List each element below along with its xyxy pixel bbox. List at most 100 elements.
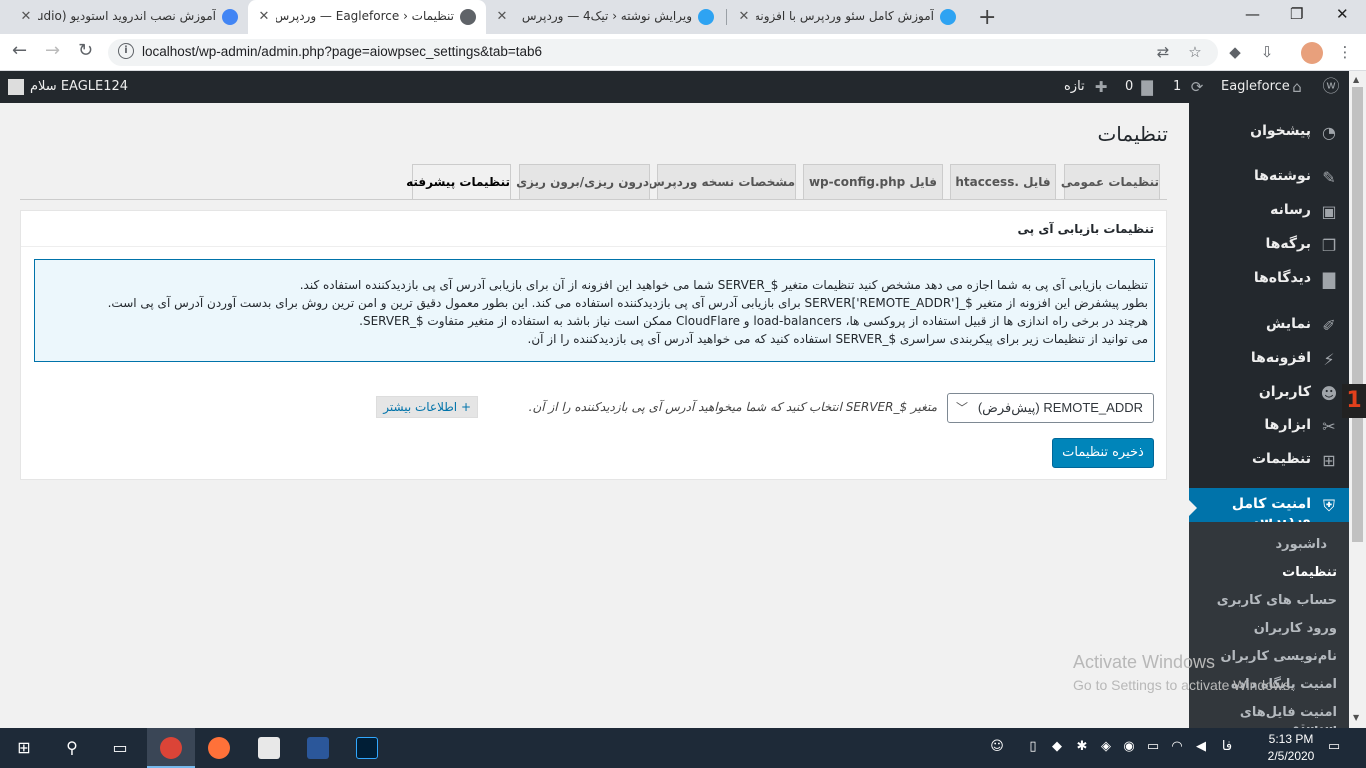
battery-icon[interactable]: ▭ bbox=[1144, 739, 1162, 754]
tray-app-icon[interactable]: ◆ bbox=[1048, 739, 1066, 754]
tray-app-icon[interactable]: ✱ bbox=[1073, 739, 1091, 754]
sidebar-item-tools[interactable]: ✂ ابزارها bbox=[1189, 409, 1349, 443]
notifications-icon[interactable]: ▭ bbox=[1325, 739, 1343, 754]
info-icon[interactable]: i bbox=[118, 43, 134, 59]
tab-close-icon[interactable]: ✕ bbox=[736, 9, 752, 24]
wifi-icon[interactable]: ◠ bbox=[1168, 739, 1186, 754]
updates-icon[interactable]: ⟳ bbox=[1188, 79, 1206, 95]
sidebar-item-security[interactable]: ⛨ امنیت کامل وردپرس bbox=[1189, 488, 1349, 528]
tab-wp-config[interactable]: فایل wp-config.php bbox=[803, 164, 943, 199]
search-icon[interactable]: ⚲ bbox=[48, 728, 96, 768]
address-bar[interactable]: i localhost/wp-admin/admin.php?page=aiow… bbox=[108, 39, 1218, 66]
taskbar-chrome[interactable] bbox=[147, 728, 195, 768]
taskbar-app[interactable] bbox=[245, 728, 293, 768]
people-icon[interactable]: ☺ bbox=[988, 739, 1006, 754]
sidebar-item-users[interactable]: ☻ کاربران bbox=[1189, 376, 1349, 410]
browser-tab-edit-post[interactable]: ویرایش نوشته ‹ تیک4 — وردپرس ✕ bbox=[486, 0, 724, 34]
submenu-user-accounts[interactable]: حساب های کاربری bbox=[1217, 593, 1337, 608]
user-greeting[interactable]: سلام EAGLE124 bbox=[30, 71, 128, 103]
browser-tab-seo[interactable]: آموزش کامل سئو وردپرس با افزونه ✕ bbox=[728, 0, 966, 34]
usb-icon[interactable]: ▯ bbox=[1024, 739, 1042, 754]
new-content-link[interactable]: تازه bbox=[1064, 71, 1085, 103]
home-icon[interactable]: ⌂ bbox=[1288, 79, 1306, 95]
tab-close-icon[interactable]: ✕ bbox=[256, 9, 272, 24]
pages-icon: ❐ bbox=[1321, 236, 1337, 255]
save-settings-button[interactable]: ذخیره تنظیمات bbox=[1052, 438, 1154, 468]
ip-retrieval-settings-box: تنظیمات بازیابی آی پی تنظیمات بازیابی آی… bbox=[20, 210, 1167, 480]
translate-icon[interactable]: ⇄ bbox=[1154, 43, 1172, 61]
user-avatar[interactable] bbox=[8, 79, 24, 95]
sidebar-item-appearance[interactable]: ✐ نمایش bbox=[1189, 308, 1349, 342]
window-close-button[interactable]: ✕ bbox=[1336, 5, 1349, 23]
postbox-title: تنظیمات بازیابی آی پی bbox=[1017, 222, 1154, 236]
info-notice: تنظیمات بازیابی آی پی به شما اجازه می ده… bbox=[34, 259, 1155, 362]
tab-wp-version-info[interactable]: مشخصات نسخه وردپرس bbox=[648, 164, 796, 199]
ip-variable-select[interactable]: REMOTE_ADDR (پیش‌فرض) ﹀ bbox=[947, 393, 1154, 423]
windows-start-icon[interactable]: ⊞ bbox=[0, 728, 48, 768]
tab-advanced-settings[interactable]: تنظیمات پیشرفته bbox=[406, 164, 511, 200]
taskbar-word[interactable] bbox=[294, 728, 342, 768]
browser-tab-settings[interactable]: تنظیمات ‹ Eagleforce — وردپرس ✕ bbox=[248, 0, 486, 34]
extension-icon[interactable]: ◆ bbox=[1226, 43, 1244, 61]
word-icon bbox=[307, 737, 329, 759]
firefox-icon bbox=[208, 737, 230, 759]
tab-general-settings[interactable]: تنظیمات عمومی bbox=[1061, 164, 1160, 199]
tab-htaccess[interactable]: فایل .htaccess bbox=[950, 164, 1056, 199]
users-icon: ☻ bbox=[1320, 384, 1338, 403]
tray-app-icon[interactable]: ◉ bbox=[1120, 739, 1138, 754]
globe-icon bbox=[460, 9, 476, 25]
bookmark-star-icon[interactable]: ☆ bbox=[1186, 43, 1204, 61]
minimize-button[interactable]: — bbox=[1245, 5, 1260, 23]
sidebar-item-plugins[interactable]: ⚡ افزونه‌ها bbox=[1189, 342, 1349, 376]
language-indicator[interactable]: فا bbox=[1218, 739, 1236, 754]
site-name-link[interactable]: Eagleforce bbox=[1221, 71, 1290, 103]
windows-taskbar: ⊞ ⚲ ▭ ☺ ▯ ◆ ✱ ◈ ◉ ▭ ◠ ◀ فا 5:13 PM 2/5/2… bbox=[0, 728, 1366, 768]
sidebar-item-pages[interactable]: ❐ برگه‌ها bbox=[1189, 228, 1349, 262]
appearance-icon: ✐ bbox=[1322, 316, 1336, 335]
dashboard-icon: ◔ bbox=[1322, 123, 1336, 142]
volume-icon[interactable]: ◀ bbox=[1192, 739, 1210, 754]
chrome-icon bbox=[160, 737, 182, 759]
media-icon: ▣ bbox=[1321, 202, 1337, 221]
url-text[interactable]: localhost/wp-admin/admin.php?page=aiowps… bbox=[142, 44, 542, 59]
taskbar-clock[interactable]: 5:13 PM 2/5/2020 bbox=[1266, 731, 1316, 765]
updates-count[interactable]: 1 bbox=[1173, 71, 1181, 103]
more-info-button[interactable]: + اطلاعات بیشتر bbox=[376, 396, 478, 418]
scroll-thumb[interactable] bbox=[1352, 87, 1363, 542]
sidebar-item-settings[interactable]: ⊞ تنظیمات bbox=[1189, 443, 1349, 477]
activate-windows-subtitle: Go to Settings to activate Windows. bbox=[1073, 677, 1294, 693]
select-description: متغیر $_SERVER انتخاب کنید که شما میخواه… bbox=[528, 400, 937, 414]
taskbar-photoshop[interactable] bbox=[343, 728, 391, 768]
comments-count[interactable]: 0 bbox=[1125, 71, 1133, 103]
browser-tab-android-studio[interactable]: آموزش نصب اندروید استودیو (Android Studi… bbox=[10, 0, 248, 34]
new-tab-button[interactable]: + bbox=[978, 5, 996, 30]
postbox-header: تنظیمات بازیابی آی پی bbox=[21, 211, 1166, 247]
menu-dots-icon[interactable]: ⋮ bbox=[1336, 43, 1354, 61]
submenu-settings[interactable]: تنظیمات bbox=[1282, 565, 1337, 580]
tab-close-icon[interactable]: ✕ bbox=[494, 9, 510, 24]
plus-icon[interactable]: ✚ bbox=[1092, 79, 1110, 95]
tab-import-export[interactable]: درون ریزی/برون ریزی bbox=[516, 164, 650, 199]
tray-app-icon[interactable]: ◈ bbox=[1097, 739, 1115, 754]
task-view-icon[interactable]: ▭ bbox=[96, 728, 144, 768]
profile-avatar[interactable] bbox=[1301, 42, 1323, 64]
sidebar-item-comments[interactable]: ▇ دیدگاه‌ها bbox=[1189, 262, 1349, 296]
scroll-down-icon[interactable]: ▼ bbox=[1353, 713, 1359, 722]
submenu-dashboard[interactable]: داشبورد bbox=[1275, 537, 1327, 552]
reload-icon[interactable]: ↻ bbox=[78, 40, 93, 61]
extension-download-icon[interactable]: ⇩ bbox=[1258, 43, 1276, 61]
submenu-user-login[interactable]: ورود کاربران bbox=[1254, 621, 1337, 636]
comments-icon[interactable]: ▇ bbox=[1138, 79, 1156, 95]
sidebar-item-media[interactable]: ▣ رسانه bbox=[1189, 194, 1349, 228]
wordpress-logo-icon[interactable]: ⓦ bbox=[1322, 79, 1340, 96]
sidebar-item-posts[interactable]: ✎ نوشته‌ها bbox=[1189, 160, 1349, 194]
forward-arrow-icon[interactable]: → bbox=[45, 40, 60, 61]
sidebar-item-dashboard[interactable]: ◔ پیشخوان bbox=[1189, 115, 1349, 149]
tab-close-icon[interactable]: ✕ bbox=[18, 9, 34, 24]
taskbar-firefox[interactable] bbox=[195, 728, 243, 768]
submenu-user-registration[interactable]: نام‌نویسی کاربران bbox=[1220, 649, 1337, 664]
scroll-up-icon[interactable]: ▲ bbox=[1353, 75, 1359, 84]
back-arrow-icon[interactable]: ← bbox=[12, 40, 27, 61]
maximize-button[interactable]: ❐ bbox=[1290, 5, 1303, 23]
security-submenu: داشبورد تنظیمات حساب های کاربری ورود کار… bbox=[1189, 522, 1349, 735]
